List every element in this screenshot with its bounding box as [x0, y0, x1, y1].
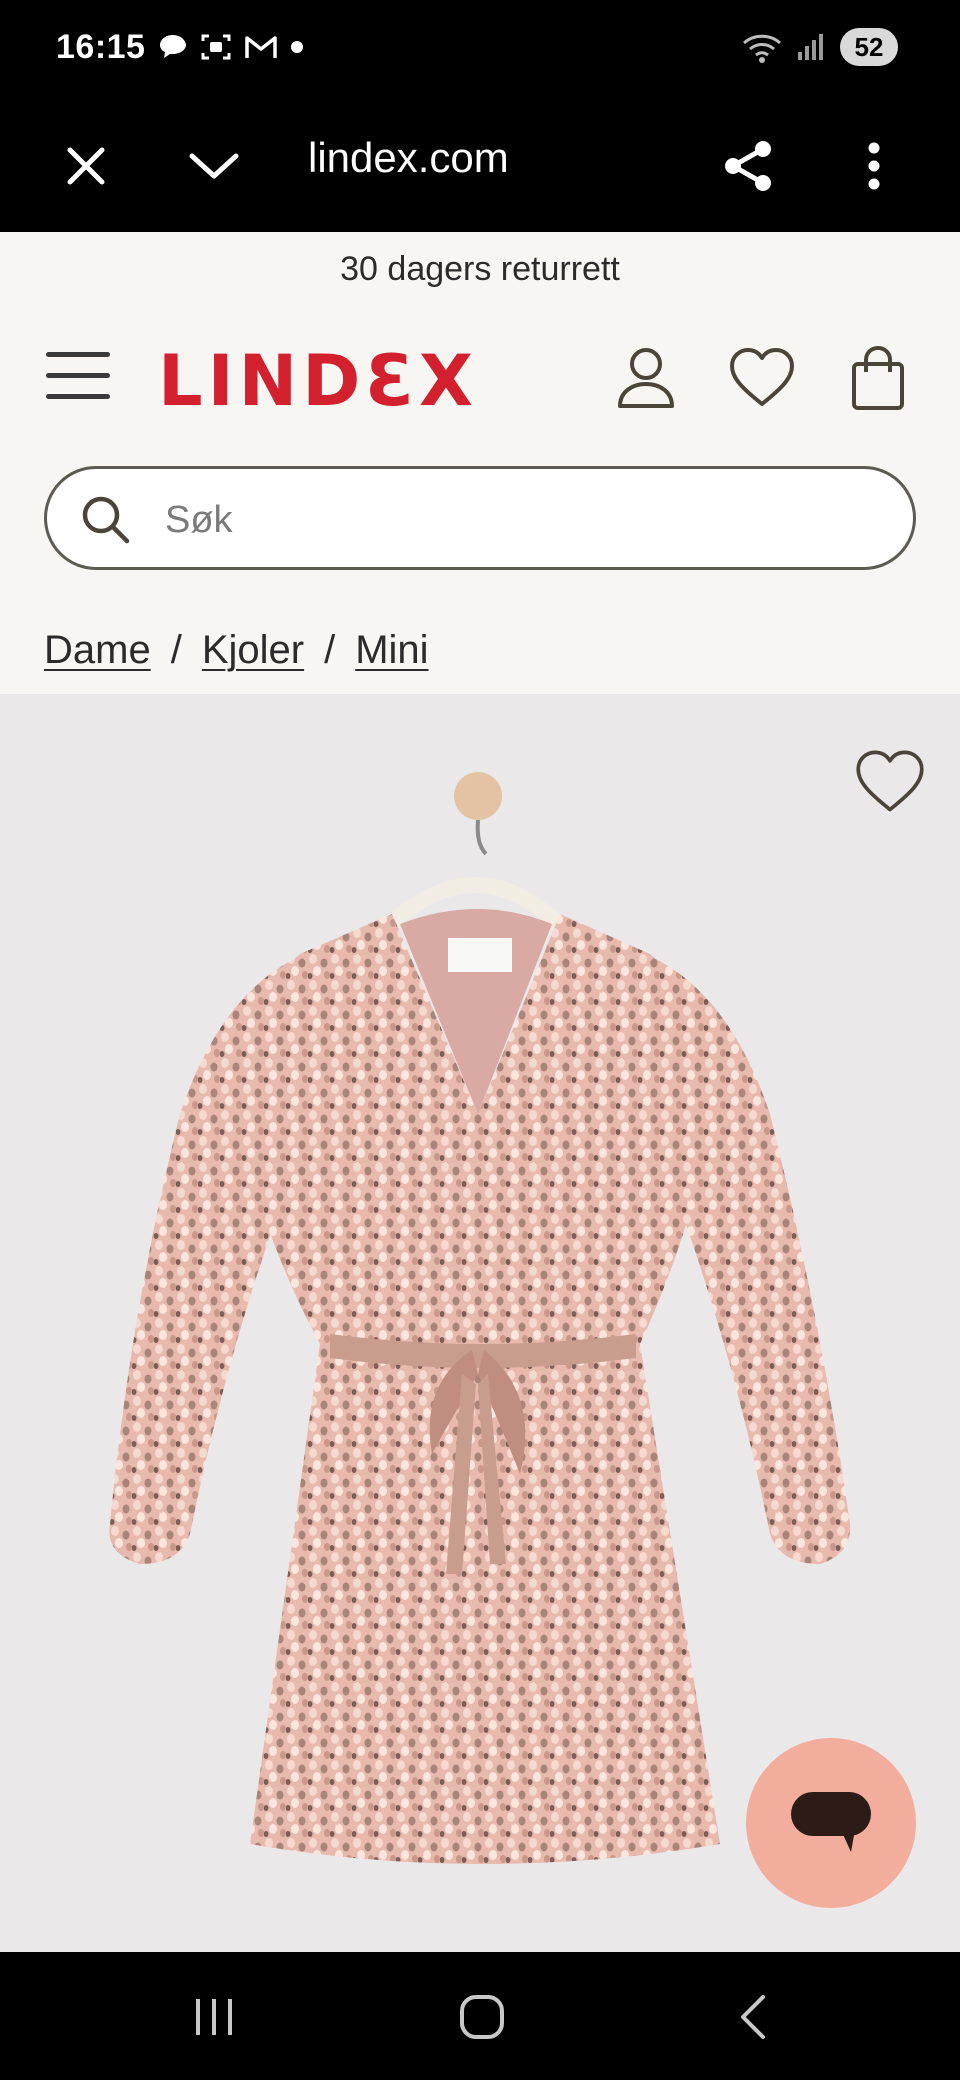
heart-icon: [856, 750, 924, 812]
recent-apps-icon: [196, 1999, 232, 2035]
breadcrumb-separator: /: [324, 628, 336, 672]
site-header: 30 dagers returrett LINDƐX Søk Dame / Kj…: [0, 232, 960, 694]
dot-icon: [291, 41, 303, 53]
breadcrumb-separator: /: [170, 628, 182, 672]
more-options-button[interactable]: [836, 128, 912, 204]
chat-icon: [791, 1792, 871, 1852]
share-button[interactable]: [710, 128, 786, 204]
system-nav-bar: [0, 1952, 960, 2080]
browser-toolbar: lindex.com: [0, 100, 960, 232]
battery-indicator: 52: [840, 28, 898, 66]
url-text[interactable]: lindex.com: [308, 134, 509, 182]
add-to-wishlist-button[interactable]: [854, 746, 926, 818]
breadcrumb-kjoler[interactable]: Kjoler: [202, 628, 304, 673]
account-button[interactable]: [612, 344, 680, 412]
breadcrumb: Dame / Kjoler / Mini: [44, 628, 429, 673]
back-icon: [741, 1995, 765, 2039]
search-field[interactable]: Søk: [44, 466, 916, 570]
menu-icon: [46, 352, 112, 399]
promo-banner[interactable]: 30 dagers returrett: [0, 250, 960, 289]
wishlist-button[interactable]: [728, 344, 796, 412]
chevron-down-icon: [189, 153, 239, 179]
bag-icon: [852, 345, 904, 410]
screenshot-icon: [201, 34, 231, 60]
breadcrumb-dame[interactable]: Dame: [44, 628, 151, 673]
status-icons-left: [158, 32, 304, 62]
status-time: 16:15: [56, 28, 146, 66]
share-icon: [725, 141, 771, 191]
chat-button[interactable]: [746, 1738, 916, 1908]
menu-button[interactable]: [46, 352, 112, 412]
status-icons-right: 52: [742, 28, 898, 66]
status-bar: 16:15 52: [0, 0, 960, 100]
heart-icon: [730, 348, 794, 406]
lindex-logo[interactable]: LINDƐX: [158, 340, 478, 422]
close-icon: [67, 147, 105, 185]
more-vertical-icon: [868, 142, 880, 190]
back-button[interactable]: [712, 1982, 792, 2052]
home-button[interactable]: [442, 1982, 522, 2052]
cart-button[interactable]: [848, 344, 916, 412]
chat-bubble-icon: [160, 35, 186, 58]
recent-apps-button[interactable]: [174, 1982, 254, 2052]
signal-icon: [798, 34, 823, 60]
home-icon: [460, 1995, 504, 2039]
user-icon: [618, 348, 674, 408]
product-image-area[interactable]: [0, 694, 960, 1952]
search-placeholder: Søk: [165, 499, 233, 541]
search-icon: [82, 496, 130, 544]
breadcrumb-mini[interactable]: Mini: [355, 628, 428, 673]
gmail-icon: [245, 36, 277, 58]
wifi-icon: [742, 34, 782, 63]
collapse-button[interactable]: [176, 128, 252, 204]
close-tab-button[interactable]: [48, 128, 124, 204]
